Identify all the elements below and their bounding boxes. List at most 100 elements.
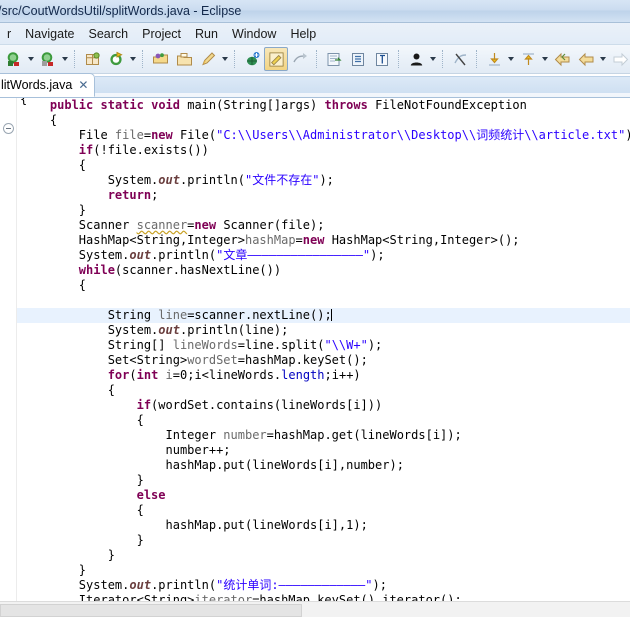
person-dropdown-arrow[interactable]	[428, 48, 438, 70]
code-line[interactable]: {	[17, 503, 630, 518]
refresh-dropdown-arrow[interactable]	[128, 48, 138, 70]
menu-item-help-label: Help	[290, 26, 317, 41]
open-folder-icon[interactable]	[172, 47, 196, 71]
skip-breakpoints-icon[interactable]	[448, 47, 472, 71]
editor-tabstrip: litWords.java ✕	[0, 73, 630, 98]
window-title: /src/CoutWordsUtil/splitWords.java - Ecl…	[0, 4, 242, 18]
tabstrip-filler	[95, 76, 630, 93]
refresh-icon[interactable]	[104, 47, 128, 71]
new-java-project-icon[interactable]	[2, 47, 26, 71]
code-line[interactable]: public static void main(String[]args) th…	[17, 98, 630, 113]
menubar: r Navigate Search Project Run Window Hel…	[0, 23, 630, 45]
code-line[interactable]: String line=scanner.nextLine();	[17, 308, 630, 323]
back-icon[interactable]	[550, 47, 574, 71]
separator-7	[476, 50, 478, 68]
menu-item-search[interactable]: Search	[82, 25, 136, 43]
highlight-toggle-icon[interactable]	[264, 47, 288, 71]
code-line[interactable]: {	[17, 413, 630, 428]
separator-4	[316, 50, 318, 68]
code-line[interactable]: HashMap<String,Integer>hashMap=new HashM…	[17, 233, 630, 248]
code-line[interactable]: if(wordSet.contains(lineWords[i]))	[17, 398, 630, 413]
menu-item-refactor-label: r	[7, 26, 12, 41]
code-editor[interactable]: public static void main(String[]args) th…	[0, 98, 630, 601]
menu-item-run-label: Run	[195, 26, 218, 41]
code-line[interactable]: {	[17, 158, 630, 173]
code-line[interactable]: String[] lineWords=line.split("\\W+");	[17, 338, 630, 353]
horizontal-scrollbar-thumb[interactable]	[0, 604, 302, 617]
horizontal-scrollbar[interactable]	[0, 601, 630, 617]
separator-2	[142, 50, 144, 68]
code-line[interactable]: }	[17, 533, 630, 548]
code-line[interactable]: }	[17, 548, 630, 563]
fold-collapse-icon[interactable]	[3, 123, 14, 134]
separator-3	[234, 50, 236, 68]
main-toolbar	[0, 45, 630, 74]
code-line[interactable]: for(int i=0;i<lineWords.length;i++)	[17, 368, 630, 383]
code-line[interactable]: hashMap.put(lineWords[i],number);	[17, 458, 630, 473]
code-line[interactable]: number++;	[17, 443, 630, 458]
debug-icon[interactable]	[240, 47, 264, 71]
pencil-dropdown-arrow[interactable]	[220, 48, 230, 70]
text-cursor	[330, 309, 332, 321]
menu-item-refactor[interactable]: r	[0, 25, 18, 43]
menu-item-project[interactable]: Project	[135, 25, 188, 43]
open-task-icon[interactable]	[370, 47, 394, 71]
code-line[interactable]: Integer number=hashMap.get(lineWords[i])…	[17, 428, 630, 443]
code-text-area[interactable]: public static void main(String[]args) th…	[17, 98, 630, 601]
new-class-dropdown-arrow[interactable]	[60, 48, 70, 70]
menu-item-help[interactable]: Help	[283, 25, 323, 43]
tab-label: litWords.java	[1, 78, 73, 92]
code-line[interactable]: return;	[17, 188, 630, 203]
close-icon[interactable]: ✕	[78, 79, 88, 91]
menu-item-run[interactable]: Run	[188, 25, 225, 43]
code-line[interactable]: if(!file.exists())	[17, 143, 630, 158]
code-line[interactable]: Iterator<String>iterator=hashMap.keySet(…	[17, 593, 630, 601]
new-java-class-icon[interactable]	[36, 47, 60, 71]
step-return-icon[interactable]	[516, 47, 540, 71]
separator-1	[74, 50, 76, 68]
new-dropdown-arrow[interactable]	[26, 48, 36, 70]
editor-gutter[interactable]	[0, 98, 17, 601]
menu-item-navigate-label: Navigate	[25, 26, 75, 41]
code-line[interactable]: while(scanner.hasNextLine())	[17, 263, 630, 278]
menu-item-search-label: Search	[88, 26, 129, 41]
code-line[interactable]: }	[17, 203, 630, 218]
code-line[interactable]: }	[17, 563, 630, 578]
pencil-icon[interactable]	[196, 47, 220, 71]
menu-item-window[interactable]: Window	[225, 25, 283, 43]
code-line[interactable]: File file=new File("C:\\Users\\Administr…	[17, 128, 630, 143]
package-icon[interactable]	[80, 47, 104, 71]
menu-item-navigate[interactable]: Navigate	[18, 25, 81, 43]
code-line[interactable]: }	[17, 473, 630, 488]
code-line[interactable]: else	[17, 488, 630, 503]
code-line[interactable]: hashMap.put(lineWords[i],1);	[17, 518, 630, 533]
code-line[interactable]: System.out.println(line);	[17, 323, 630, 338]
open-type-icon[interactable]	[346, 47, 370, 71]
code-line[interactable]: System.out.println("文章————————————————")…	[17, 248, 630, 263]
step-return-dropdown-arrow[interactable]	[540, 48, 550, 70]
step-into-dropdown-arrow[interactable]	[506, 48, 516, 70]
back-history-icon[interactable]	[574, 47, 598, 71]
next-annotation-icon[interactable]	[288, 47, 312, 71]
back-dropdown-arrow[interactable]	[598, 48, 608, 70]
code-line[interactable]: Set<String>wordSet=hashMap.keySet();	[17, 353, 630, 368]
menu-item-window-label: Window	[231, 26, 277, 41]
code-line[interactable]: {	[17, 113, 630, 128]
code-line[interactable]: System.out.println("文件不存在");	[17, 173, 630, 188]
partial-top-brace: {	[20, 98, 28, 106]
tab-splitwords-java[interactable]: litWords.java ✕	[0, 73, 96, 97]
separator-6	[442, 50, 444, 68]
external-tools-icon[interactable]	[322, 47, 346, 71]
code-line[interactable]: {	[17, 278, 630, 293]
code-line[interactable]	[17, 293, 630, 308]
code-line[interactable]: System.out.println("统计单词:————————————");	[17, 578, 630, 593]
step-into-icon[interactable]	[482, 47, 506, 71]
menu-item-project-label: Project	[142, 26, 182, 41]
separator-5	[398, 50, 400, 68]
run-icon[interactable]	[148, 47, 172, 71]
forward-icon	[608, 47, 630, 71]
window-titlebar: /src/CoutWordsUtil/splitWords.java - Ecl…	[0, 0, 630, 23]
code-line[interactable]: Scanner scanner=new Scanner(file);	[17, 218, 630, 233]
code-line[interactable]: {	[17, 383, 630, 398]
person-icon[interactable]	[404, 47, 428, 71]
